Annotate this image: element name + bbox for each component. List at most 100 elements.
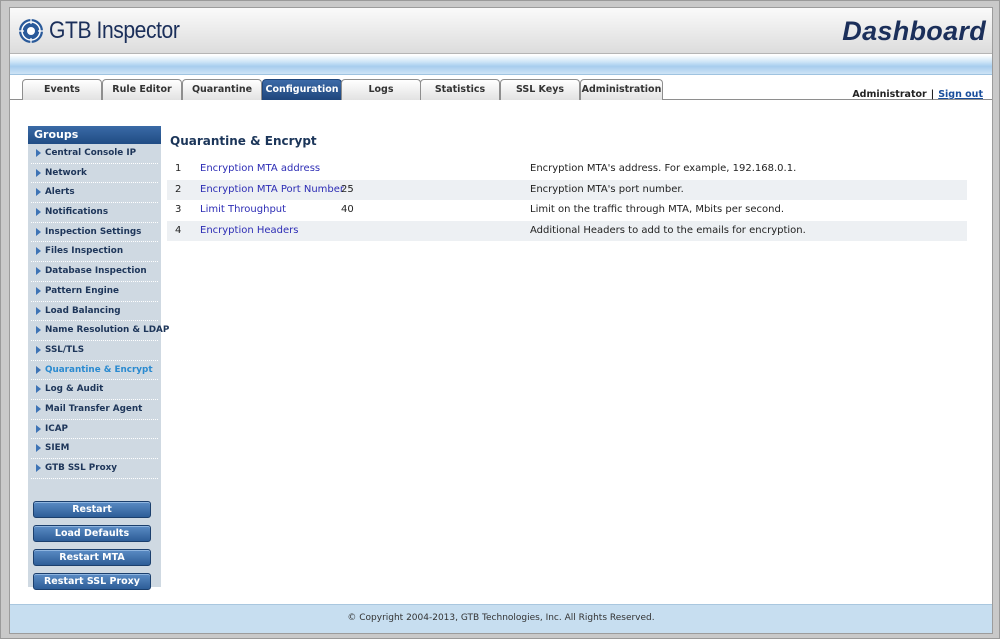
- table-row: 4 Encryption Headers Additional Headers to…: [167, 220, 967, 241]
- page-title: Dashboard: [842, 16, 986, 46]
- sidebar-item[interactable]: Inspection Settings: [31, 223, 158, 243]
- sidebar-item-label: Files Inspection: [45, 246, 124, 257]
- triangle-right-icon: [36, 444, 41, 453]
- user-name: Administrator: [852, 89, 927, 100]
- triangle-right-icon: [36, 227, 41, 236]
- sidebar-item[interactable]: Files Inspection: [31, 242, 158, 263]
- sidebar-item[interactable]: SIEM: [31, 439, 158, 459]
- sidebar-item-label: Alerts: [45, 187, 75, 198]
- app-header: GTB Inspector Dashboard: [10, 8, 992, 54]
- sidebar-item[interactable]: Notifications: [31, 203, 158, 223]
- parameter-value: 40: [341, 204, 354, 215]
- sidebar-item-label: Central Console IP: [45, 148, 137, 158]
- sidebar-item[interactable]: Log & Audit: [31, 380, 158, 400]
- tab-rule-editor[interactable]: Rule Editor: [102, 79, 182, 100]
- restart-mta-button[interactable]: Restart MTA: [33, 549, 151, 566]
- tab-administration[interactable]: Administration: [580, 79, 663, 100]
- sidebar-item[interactable]: Database Inspection: [31, 262, 158, 282]
- sidebar-item[interactable]: Load Balancing: [31, 302, 158, 322]
- sidebar-item-label: GTB SSL Proxy: [45, 463, 118, 473]
- triangle-right-icon: [36, 306, 41, 315]
- sidebar-item-label: Load Balancing: [45, 305, 121, 316]
- sidebar-item-label: ICAP: [45, 423, 68, 434]
- window-frame: GTB Inspector Dashboard Events Rule Edit…: [0, 0, 1000, 639]
- triangle-right-icon: [36, 326, 41, 335]
- parameter-name-link[interactable]: Limit Throughput: [200, 200, 286, 220]
- logo-text: GTB Inspector: [49, 17, 180, 44]
- triangle-right-icon: [36, 464, 41, 472]
- sidebar-item[interactable]: ICAP: [31, 420, 158, 440]
- triangle-right-icon: [36, 168, 41, 177]
- sign-out-link[interactable]: Sign out: [938, 89, 983, 100]
- restart-ssl-proxy-button[interactable]: Restart SSL Proxy: [33, 573, 151, 590]
- tab-events[interactable]: Events: [22, 79, 102, 100]
- user-box: Administrator | Sign out: [852, 89, 983, 100]
- parameter-description: Additional Headers to add to the emails …: [530, 224, 806, 236]
- row-number: 2: [175, 183, 182, 195]
- sidebar-item-label: Pattern Engine: [45, 285, 120, 296]
- groups-header: Groups: [28, 126, 161, 144]
- triangle-right-icon: [36, 208, 41, 217]
- groups-list: Central Console IP Network Alerts Notificat…: [28, 144, 169, 479]
- sidebar-item[interactable]: Name Resolution & LDAP: [31, 321, 169, 341]
- tab-statistics[interactable]: Statistics: [420, 79, 500, 100]
- triangle-right-icon: [36, 286, 41, 295]
- parameter-name-link[interactable]: Encryption MTA address: [200, 159, 320, 179]
- gtb-logo-icon: [19, 19, 43, 43]
- triangle-right-icon: [36, 424, 41, 433]
- sidebar-item-label: Mail Transfer Agent: [45, 403, 143, 414]
- tab-logs[interactable]: Logs: [341, 79, 421, 100]
- sidebar-item-label: Database Inspection: [45, 266, 147, 277]
- parameter-description: Limit on the traffic through MTA, Mbits …: [530, 204, 785, 215]
- restart-button[interactable]: Restart: [33, 501, 151, 518]
- parameter-name-link[interactable]: Encryption Headers: [200, 221, 299, 241]
- sidebar-item-label: Inspection Settings: [45, 226, 142, 237]
- parameter-value: 25: [341, 183, 354, 195]
- tab-configuration[interactable]: Configuration: [262, 79, 342, 100]
- triangle-right-icon: [36, 385, 41, 394]
- parameter-name-link[interactable]: Encryption MTA Port Number: [200, 180, 344, 200]
- sidebar-item-label: Name Resolution & LDAP: [45, 325, 170, 336]
- sidebar-buttons: Restart Load Defaults Restart MTA Restar…: [28, 501, 161, 597]
- copyright-text: © Copyright 2004-2013, GTB Technologies,…: [347, 613, 655, 623]
- sidebar-item[interactable]: GTB SSL Proxy: [31, 459, 158, 479]
- parameter-description: Encryption MTA's address. For example, 1…: [530, 163, 797, 174]
- row-number: 4: [175, 224, 182, 236]
- groups-sidebar: Groups Central Console IP Network Alerts No…: [28, 126, 169, 590]
- parameter-description: Encryption MTA's port number.: [530, 183, 684, 195]
- load-defaults-button[interactable]: Load Defaults: [33, 525, 151, 542]
- header-band: [10, 55, 992, 75]
- row-number: 3: [175, 204, 182, 215]
- triangle-right-icon: [36, 188, 41, 197]
- triangle-right-icon: [36, 345, 41, 354]
- table-row: 3 Limit Throughput 40 Limit on the traffic …: [167, 200, 967, 221]
- sidebar-item[interactable]: Mail Transfer Agent: [31, 400, 158, 420]
- parameters-table: 1 Encryption MTA address Encryption MTA's …: [167, 159, 967, 241]
- triangle-right-icon: [36, 247, 41, 256]
- sidebar-item[interactable]: SSL/TLS: [31, 341, 158, 361]
- sidebar-item-label: Network: [45, 167, 87, 178]
- triangle-right-icon: [36, 149, 41, 157]
- triangle-right-icon: [36, 267, 41, 276]
- section-title: Quarantine & Encrypt: [170, 134, 317, 148]
- tab-ssl-keys[interactable]: SSL Keys: [500, 79, 580, 100]
- sidebar-item-label: SSL/TLS: [45, 344, 85, 355]
- sidebar-item[interactable]: Quarantine & Encrypt: [31, 361, 158, 381]
- sidebar-item[interactable]: Network: [31, 164, 158, 184]
- table-row: 2 Encryption MTA Port Number 25 Encryption …: [167, 179, 967, 200]
- app-container: GTB Inspector Dashboard Events Rule Edit…: [9, 7, 993, 634]
- row-number: 1: [175, 163, 182, 174]
- sidebar-item-label: SIEM: [45, 443, 70, 454]
- logo[interactable]: GTB Inspector: [18, 17, 197, 45]
- table-row: 1 Encryption MTA address Encryption MTA's …: [167, 159, 967, 180]
- sidebar-item-label: Log & Audit: [45, 384, 104, 395]
- sidebar-item[interactable]: Central Console IP: [31, 144, 158, 164]
- sidebar-item[interactable]: Pattern Engine: [31, 282, 158, 302]
- sidebar-item[interactable]: Alerts: [31, 183, 158, 204]
- sidebar-item-label: Notifications: [45, 207, 109, 218]
- main-tabs: Events Rule Editor Quarantine Configurat…: [10, 76, 992, 100]
- footer: © Copyright 2004-2013, GTB Technologies,…: [10, 604, 992, 633]
- tab-quarantine[interactable]: Quarantine: [182, 79, 262, 100]
- triangle-right-icon: [36, 365, 41, 374]
- triangle-right-icon: [36, 404, 41, 413]
